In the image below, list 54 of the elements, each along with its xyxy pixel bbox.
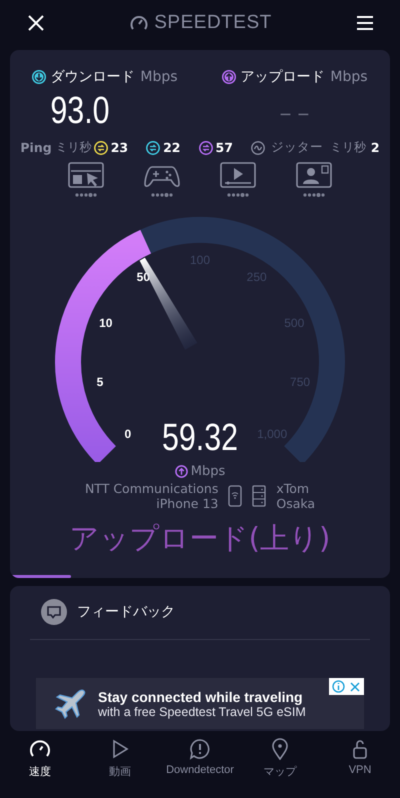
gauge-tick-label: 5 xyxy=(96,374,104,389)
unit-label: ミリ秒 xyxy=(56,139,92,156)
unit-label: Mbps xyxy=(330,69,368,85)
gauge-icon xyxy=(130,15,148,31)
server-location: Osaka xyxy=(276,496,316,511)
result-label: ダウンロード xyxy=(50,68,134,86)
phone-wifi-icon xyxy=(228,485,242,507)
unit-label: Mbps xyxy=(140,69,178,85)
app-logo: SPEEDTEST xyxy=(154,12,272,34)
nav-tab[interactable]: VPN xyxy=(320,732,400,798)
ping-value: 57 xyxy=(216,140,233,155)
nav-tab[interactable]: マップ xyxy=(240,732,320,798)
feedback-label[interactable]: フィードバック xyxy=(77,603,175,621)
speed-unit: Mbps xyxy=(190,464,226,479)
ping-label: Ping xyxy=(20,140,52,155)
unit-label: ミリ秒 xyxy=(330,139,366,156)
location-pin-icon xyxy=(269,738,291,760)
jitter-value: 2 xyxy=(370,140,380,155)
video-call-icon xyxy=(295,162,333,200)
device-name: iPhone 13 xyxy=(156,496,218,511)
ping-icon xyxy=(94,140,108,154)
provider-name: NTT Communications xyxy=(84,481,218,496)
nav-tab[interactable]: Downdetector xyxy=(160,732,240,798)
airplane-icon xyxy=(54,686,88,720)
server-icon xyxy=(252,485,266,507)
ping-value: 22 xyxy=(163,140,180,155)
speed-reading: 59.32 xyxy=(162,417,238,460)
result-value: – – xyxy=(280,100,310,126)
close-icon[interactable] xyxy=(26,13,46,33)
jitter-label: ジッター xyxy=(270,139,323,156)
down-arrow-icon xyxy=(32,70,46,84)
gauge-tick-label: 0 xyxy=(124,427,132,442)
menu-icon[interactable] xyxy=(356,15,374,31)
server-name: xTom xyxy=(276,481,310,496)
result-label: アップロード xyxy=(240,68,324,86)
ping-value: 23 xyxy=(110,140,128,155)
browser-icon xyxy=(67,162,105,200)
gauge-tick-label: 50 xyxy=(136,270,150,284)
alert-bubble-icon xyxy=(189,738,211,760)
ad-title: Stay connected while traveling xyxy=(98,688,304,704)
ad-banner[interactable]: Stay connected while traveling with a free Speedtest Travel 5G eSIM xyxy=(36,678,364,729)
up-arrow-icon xyxy=(222,70,236,84)
video-player-icon xyxy=(219,162,257,200)
ping-icon xyxy=(146,140,160,154)
gauge-tick-label: 10 xyxy=(99,316,112,330)
result-value: 93.0 xyxy=(50,90,110,133)
nav-tab[interactable]: 動画 xyxy=(80,732,160,798)
chat-icon[interactable] xyxy=(41,599,67,625)
ping-icon xyxy=(198,140,212,154)
nav-tab[interactable]: 速度 xyxy=(0,732,80,798)
wave-icon xyxy=(250,140,265,154)
ad-subtitle: with a free Speedtest Travel 5G eSIM xyxy=(98,704,306,718)
info-icon[interactable] xyxy=(332,680,345,693)
test-phase-label: アップロード(上り) xyxy=(70,520,330,557)
